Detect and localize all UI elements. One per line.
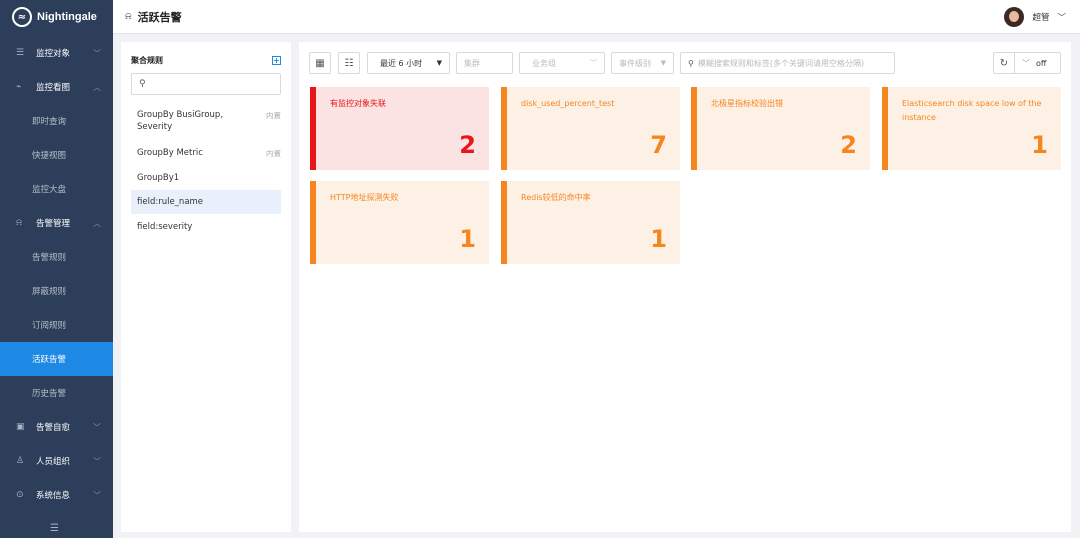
sidebar-item-self-heal[interactable]: ▣ 告警自愈 ﹀ xyxy=(0,410,113,444)
user-menu[interactable]: 超管 ﹀ xyxy=(1004,7,1066,27)
sidebar-item-quick-view[interactable]: 快捷视图 xyxy=(0,138,113,172)
caret-down-icon: ▼ xyxy=(660,59,666,67)
card-view-button[interactable]: ▦ xyxy=(309,52,331,74)
alert-card[interactable]: Redis较低的命中率 1 xyxy=(501,181,680,264)
sidebar-item-alert-rules[interactable]: 告警规则 xyxy=(0,240,113,274)
chevron-up-icon: ︿ xyxy=(93,218,101,228)
list-icon: ☰ xyxy=(16,48,25,58)
alert-card[interactable]: 有监控对象失联 2 xyxy=(310,87,489,170)
app-name: Nightingale xyxy=(37,11,97,23)
rule-item[interactable]: GroupBy1 xyxy=(121,165,291,190)
alert-card-title: Elasticsearch disk space low of the inst… xyxy=(902,99,1042,122)
refresh-button[interactable]: ↻ xyxy=(993,52,1015,74)
builtin-badge: 内置 xyxy=(266,111,281,120)
rule-search-input[interactable]: ⚲ xyxy=(131,73,281,95)
chart-icon: ⌁ xyxy=(16,82,22,92)
sidebar-item-subscribe-rules[interactable]: 订阅规则 xyxy=(0,308,113,342)
sidebar-item-targets[interactable]: ☰ 监控对象 ﹀ xyxy=(0,36,113,70)
time-range-select[interactable]: 最近 6 小时 ▼ xyxy=(367,52,450,74)
chevron-down-icon: ﹀ xyxy=(93,490,101,500)
sidebar-item-active-alerts[interactable]: 活跃告警 xyxy=(0,342,113,376)
sidebar-item-dashboards[interactable]: ⌁ 监控看图 ︿ xyxy=(0,70,113,104)
cluster-select[interactable]: 集群 xyxy=(456,52,513,74)
search-icon: ⚲ xyxy=(688,58,694,68)
search-icon: ⚲ xyxy=(139,79,146,89)
sidebar-item-dashboard[interactable]: 监控大盘 xyxy=(0,172,113,206)
rule-item[interactable]: field:severity xyxy=(121,214,291,240)
alert-card-count: 1 xyxy=(459,225,476,253)
alert-card[interactable]: disk_used_percent_test 7 xyxy=(501,87,680,170)
alerts-panel: ▦ ☷ 最近 6 小时 ▼ 集群 业务组 ﹀ 事件级别 ▼ ⚲ 模糊搜索规则和标… xyxy=(299,42,1071,532)
chevron-up-icon: ︿ xyxy=(93,82,101,92)
auto-refresh-select[interactable]: ﹀ off xyxy=(1014,52,1061,74)
rule-item-selected[interactable]: field:rule_name xyxy=(131,190,281,214)
add-rule-icon[interactable]: + xyxy=(272,56,281,65)
alert-card-title: disk_used_percent_test xyxy=(521,99,615,108)
bell-icon: ⍾ xyxy=(16,218,22,228)
list-icon: ☷ xyxy=(344,57,354,69)
sidebar-item-explorer[interactable]: 即时查询 xyxy=(0,104,113,138)
busi-group-select[interactable]: 业务组 ﹀ xyxy=(519,52,605,74)
bell-icon: ⍾ xyxy=(125,11,132,22)
alert-card-title: 有监控对象失联 xyxy=(330,99,386,108)
alert-card-title: Redis较低的命中率 xyxy=(521,193,591,202)
logo[interactable]: ≈ Nightingale xyxy=(0,0,113,34)
info-icon: ⊙ xyxy=(16,490,24,500)
chevron-down-icon: ﹀ xyxy=(590,59,597,67)
chevron-down-icon: ﹀ xyxy=(93,456,101,466)
severity-select[interactable]: 事件级别 ▼ xyxy=(611,52,674,74)
menu-collapse-icon[interactable]: ☰ xyxy=(50,523,59,534)
chevron-down-icon: ﹀ xyxy=(1057,13,1066,23)
rule-item[interactable]: GroupBy BusiGroup, Severity 内置 xyxy=(121,103,291,141)
header: ⍾ 活跃告警 超管 ﹀ xyxy=(113,0,1080,34)
grid-icon: ▦ xyxy=(315,57,325,69)
user-icon: ♙ xyxy=(16,456,25,466)
toolbar: ▦ ☷ 最近 6 小时 ▼ 集群 业务组 ﹀ 事件级别 ▼ ⚲ 模糊搜索规则和标… xyxy=(309,52,1061,74)
caret-down-icon: ▼ xyxy=(436,59,442,67)
alert-card[interactable]: Elasticsearch disk space low of the inst… xyxy=(882,87,1061,170)
logo-icon: ≈ xyxy=(12,7,32,27)
user-name: 超管 xyxy=(1032,13,1050,23)
sidebar-item-history-alerts[interactable]: 历史告警 xyxy=(0,376,113,410)
builtin-badge: 内置 xyxy=(266,148,281,158)
alert-card-count: 2 xyxy=(840,131,857,159)
alert-card[interactable]: HTTP地址探测失败 1 xyxy=(310,181,489,264)
aggregation-title: 聚合规则 xyxy=(131,56,163,65)
page-title: 活跃告警 xyxy=(137,10,182,24)
alert-card-title: HTTP地址探测失败 xyxy=(330,193,399,202)
sidebar-item-users[interactable]: ♙ 人员组织 ﹀ xyxy=(0,444,113,478)
list-view-button[interactable]: ☷ xyxy=(338,52,360,74)
alert-card-count: 1 xyxy=(650,225,667,253)
search-input[interactable]: ⚲ 模糊搜索规则和标签(多个关键词请用空格分隔) xyxy=(680,52,895,74)
sidebar: ≈ Nightingale ☰ 监控对象 ﹀ ⌁ 监控看图 ︿ 即时查询 快捷视… xyxy=(0,0,113,538)
alert-card-count: 2 xyxy=(459,131,476,159)
chevron-down-icon: ﹀ xyxy=(1022,58,1030,68)
sidebar-item-alerting[interactable]: ⍾ 告警管理 ︿ xyxy=(0,206,113,240)
chevron-down-icon: ﹀ xyxy=(93,48,101,58)
alert-card-count: 7 xyxy=(650,131,667,159)
aggregation-panel: 聚合规则 + ⚲ GroupBy BusiGroup, Severity 内置 … xyxy=(121,42,291,532)
sidebar-item-mute-rules[interactable]: 屏蔽规则 xyxy=(0,274,113,308)
alert-card-title: 北极星指标校验出错 xyxy=(711,99,783,108)
alert-card[interactable]: 北极星指标校验出错 2 xyxy=(691,87,870,170)
heal-icon: ▣ xyxy=(16,422,25,432)
rule-item[interactable]: GroupBy Metric 内置 xyxy=(121,141,291,165)
sidebar-item-system[interactable]: ⊙ 系统信息 ﹀ xyxy=(0,478,113,512)
avatar xyxy=(1004,7,1025,27)
refresh-icon: ↻ xyxy=(999,57,1009,69)
alert-card-count: 1 xyxy=(1031,131,1048,159)
chevron-down-icon: ﹀ xyxy=(93,422,101,432)
